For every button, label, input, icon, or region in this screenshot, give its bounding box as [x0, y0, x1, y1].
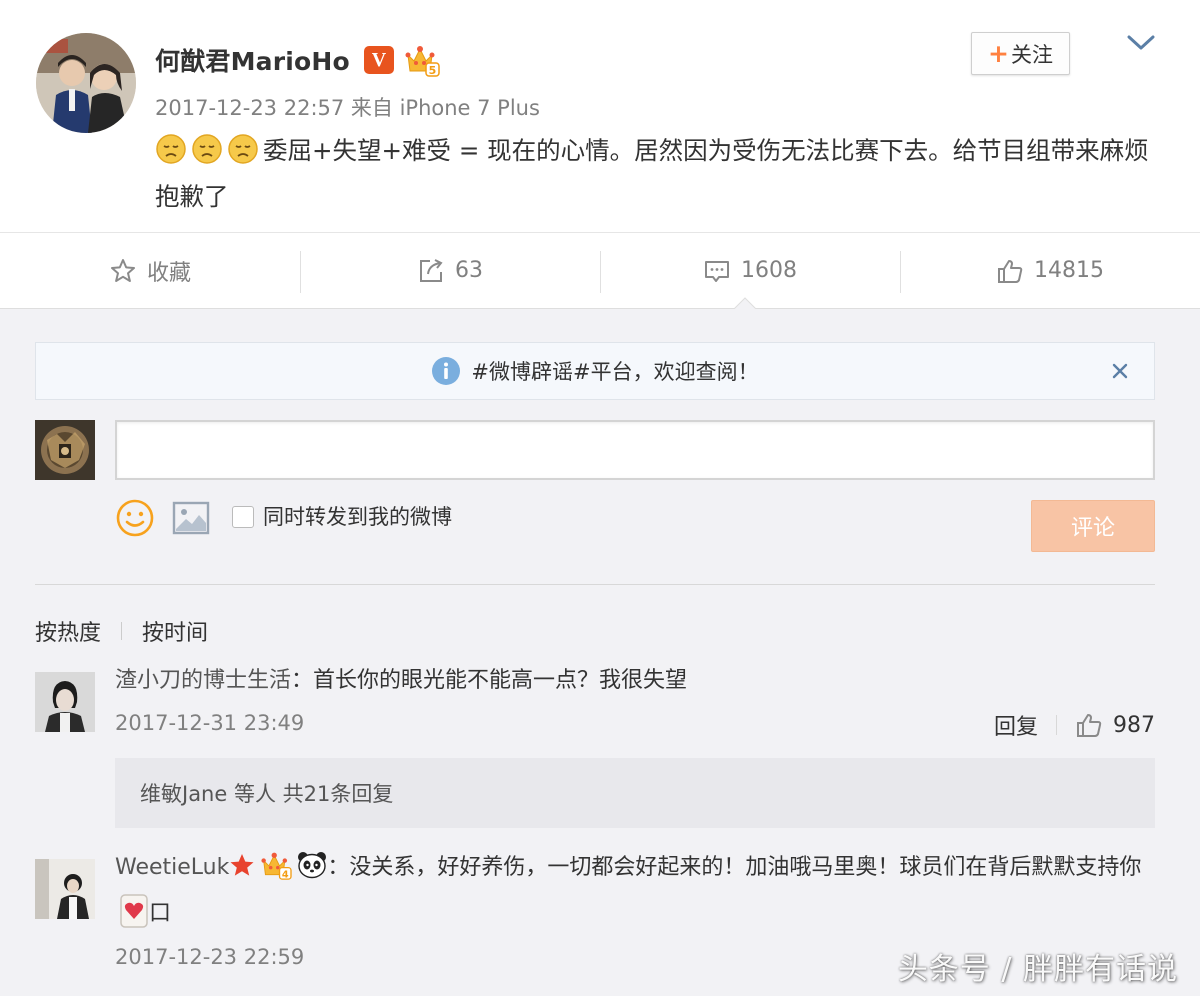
sad-face-icon [228, 134, 258, 164]
favorite-button[interactable]: 收藏 [0, 233, 300, 308]
chevron-down-icon[interactable] [1126, 30, 1156, 54]
sort-by-hot[interactable]: 按热度 [35, 615, 101, 647]
comment-body: ：首长你的眼光能不能高一点？我很失望 [291, 668, 688, 693]
plus-icon: + [988, 39, 1009, 68]
my-avatar[interactable] [35, 420, 95, 480]
comment-input[interactable] [115, 420, 1155, 480]
comment-count: 1608 [741, 258, 797, 283]
red-star-icon [230, 854, 254, 876]
comment-body: ：没关系，好好养伤，一切都会好起来的！加油哦马里奥！球员们在背后默默支持你 [327, 855, 1142, 880]
comment-section: #微博辟谣#平台，欢迎查阅！ 同时转发到我的微博 评论 按热度 按时间 渣小刀的… [0, 309, 1200, 996]
post-meta: 2017-12-23 22:57 来自 iPhone 7 Plus [155, 96, 540, 120]
panda-icon [298, 852, 327, 879]
comment-author[interactable]: WeetieLuk [115, 855, 229, 880]
post-text: 委屈+失望+难受 = 现在的心情。居然因为受伤无法比赛下去。给节目组带来麻烦 抱… [155, 136, 1149, 211]
thumbs-up-icon [998, 259, 1023, 283]
action-bar: 收藏 63 1608 14815 [0, 232, 1200, 309]
action-separator [1056, 715, 1057, 735]
info-icon [432, 357, 461, 385]
heart-card-icon [120, 894, 148, 928]
comment-trailing: 口 [149, 901, 172, 926]
comment-avatar[interactable] [35, 672, 95, 732]
submit-comment-button[interactable]: 评论 [1031, 500, 1155, 552]
reply-button[interactable]: 回复 [994, 709, 1038, 741]
sort-separator [121, 622, 123, 640]
vip-crown-icon[interactable]: 5 [404, 43, 440, 77]
repost-checkbox[interactable] [232, 506, 254, 528]
notice-text: #微博辟谣#平台，欢迎查阅！ [471, 360, 759, 384]
vip-crown-icon[interactable]: 4 [259, 850, 293, 880]
comment-text: WeetieLuk 4 ：没关系，好好养伤，一切都会好起来的！加油哦马里奥！球员们在… [115, 845, 1155, 937]
comment-author[interactable]: 渣小刀的博士生活 [115, 668, 291, 693]
comment-actions: 回复 987 [994, 709, 1155, 741]
follow-button[interactable]: + 关注 [971, 32, 1070, 75]
repost-button[interactable]: 63 [300, 233, 600, 308]
image-icon[interactable] [172, 501, 210, 535]
thumbs-up-icon[interactable] [1075, 711, 1103, 739]
emoji-smile-icon[interactable] [115, 498, 155, 538]
member-level-text: 4 [282, 869, 289, 880]
sort-by-time[interactable]: 按时间 [142, 615, 208, 647]
like-count: 14815 [1034, 258, 1104, 283]
comment-text: 渣小刀的博士生活：首长你的眼光能不能高一点？我很失望 [115, 658, 1155, 704]
comment-icon [705, 260, 729, 282]
weibo-post: 何猷君MarioHo V 5 2017-12-23 22:57 来自 iPhon… [0, 0, 1200, 232]
repost-checkbox-label[interactable]: 同时转发到我的微博 [263, 501, 452, 531]
comment-avatar[interactable] [35, 859, 95, 919]
author-avatar[interactable] [36, 33, 136, 133]
author-name[interactable]: 何猷君MarioHo [155, 42, 350, 78]
watermark: 头条号 / 胖胖有话说 [897, 952, 1178, 987]
verified-icon: V [364, 46, 394, 74]
repost-icon [420, 258, 443, 282]
star-outline-icon [110, 258, 135, 282]
sad-face-icon [192, 134, 222, 164]
comment-time: 2017-12-31 23:49 [115, 711, 305, 735]
notice-banner[interactable]: #微博辟谣#平台，欢迎查阅！ [35, 342, 1155, 400]
member-level-text: 5 [429, 64, 437, 77]
favorite-label: 收藏 [146, 260, 191, 286]
like-button[interactable]: 14815 [900, 233, 1200, 308]
post-content: 委屈+失望+难受 = 现在的心情。居然因为受伤无法比赛下去。给节目组带来麻烦 抱… [155, 128, 1155, 220]
comment-time: 2017-12-23 22:59 [115, 945, 305, 969]
replies-summary[interactable]: 维敏Jane 等人 共21条回复 [115, 758, 1155, 828]
repost-count: 63 [455, 258, 483, 283]
sad-face-icon [156, 134, 186, 164]
sort-tabs: 按热度 按时间 [35, 615, 208, 647]
follow-label: 关注 [1010, 42, 1053, 67]
close-icon[interactable] [1106, 357, 1134, 385]
comment-like-count: 987 [1113, 712, 1155, 738]
divider [35, 584, 1155, 585]
